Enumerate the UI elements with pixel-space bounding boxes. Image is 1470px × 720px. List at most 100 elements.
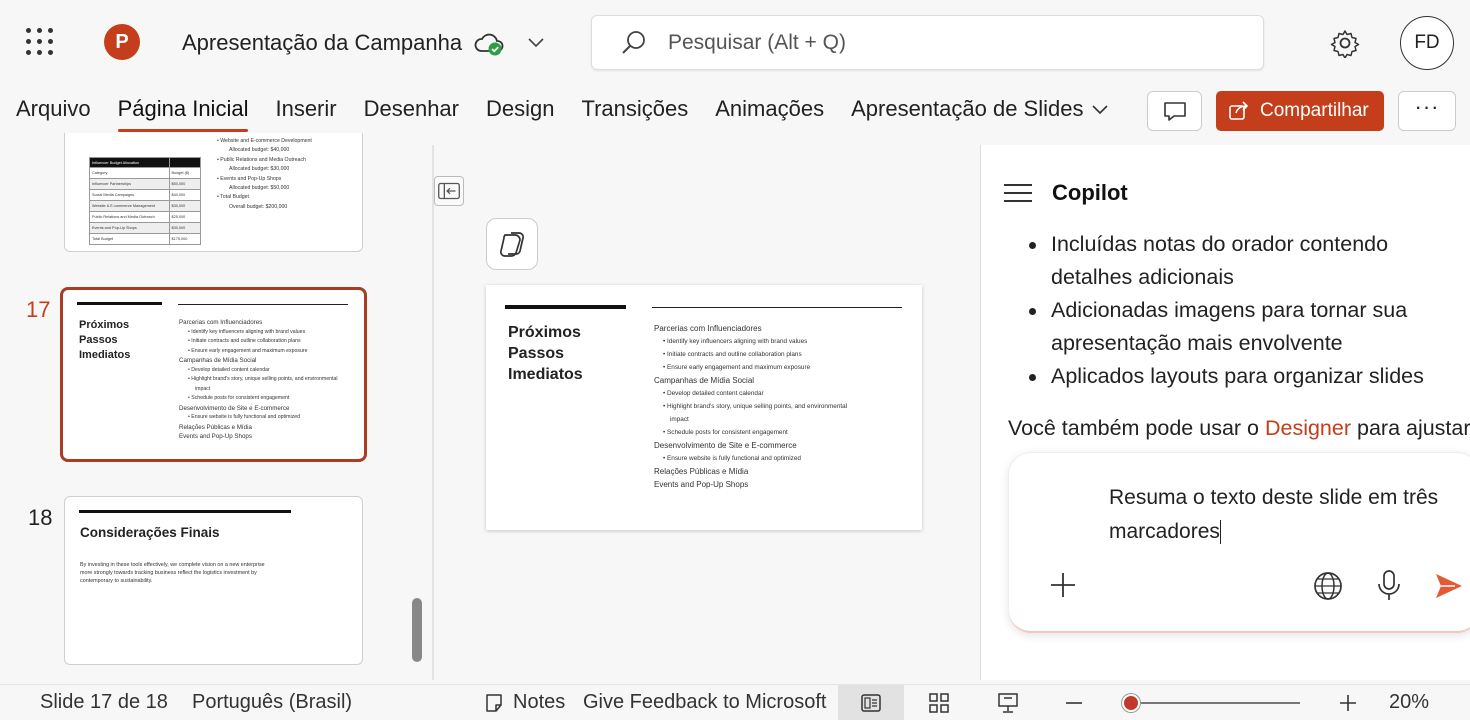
list-item: Adicionadas imagens para tornar sua apre…: [1026, 294, 1466, 360]
tab-transicoes[interactable]: Transições: [581, 96, 688, 128]
app-launcher-icon[interactable]: [26, 28, 54, 56]
table-cell: Social Media Campaigns: [92, 193, 134, 197]
table-row: Category Budget ($): [89, 168, 201, 179]
slide-heading: Events and Pop-Up Shops: [654, 480, 749, 489]
slide-bullet: • Identify key influencers aligning with…: [663, 338, 808, 345]
slide-heading: Campanhas de Mídia Social: [654, 376, 755, 385]
collapse-panel-icon[interactable]: [434, 176, 464, 206]
powerpoint-window: P Apresentação da Campanha Pesquisar (Al…: [0, 0, 1470, 720]
document-title[interactable]: Apresentação da Campanha: [182, 30, 462, 56]
zoom-out-icon[interactable]: [1064, 693, 1084, 713]
chevron-down-icon[interactable]: [526, 34, 546, 50]
slide-bullet: Allocated budget: $50,000: [229, 185, 290, 192]
table-row: Public Relations and Media Outreach $25,0…: [89, 212, 201, 223]
share-button[interactable]: Compartilhar: [1216, 91, 1384, 131]
presenter-view-icon[interactable]: [996, 691, 1020, 715]
feedback-link[interactable]: Give Feedback to Microsoft: [583, 691, 826, 714]
slide-body-line: contemporary to sustainability.: [80, 578, 153, 584]
slide-accent-bar: [79, 510, 291, 513]
ribbon-tabs: Arquivo Página Inicial Inserir Desenhar …: [16, 96, 1083, 132]
notes-icon[interactable]: [484, 693, 504, 713]
table-cell: Budget ($): [168, 168, 200, 178]
table-cell: Influencer Budget Allocation: [92, 161, 140, 165]
table-cell: Total Budget: [92, 237, 114, 241]
list-item: Aplicados layouts para organizar slides: [1026, 360, 1466, 393]
slide-sorter-icon[interactable]: [928, 692, 950, 714]
tab-arquivo[interactable]: Arquivo: [16, 96, 91, 128]
notes-button[interactable]: Notes: [513, 691, 565, 714]
table-cell: $30,000: [168, 223, 200, 233]
search-box[interactable]: Pesquisar (Alt + Q): [591, 15, 1264, 70]
tab-pagina-inicial[interactable]: Página Inicial: [117, 96, 248, 132]
globe-icon[interactable]: [1312, 570, 1344, 602]
more-tabs-chevron-icon[interactable]: [1090, 100, 1110, 120]
slide-thumbnail-18[interactable]: Considerações Finais By investing in the…: [64, 496, 363, 665]
tab-desenhar[interactable]: Desenhar: [364, 96, 459, 128]
more-options-button[interactable]: ···: [1398, 91, 1456, 131]
slide-title-line: Imediatos: [508, 366, 583, 383]
zoom-slider[interactable]: [1121, 694, 1300, 712]
slide-bullet: • Initiate contracts and outline collabo…: [663, 351, 802, 358]
tab-animacoes[interactable]: Animações: [715, 96, 824, 128]
add-icon[interactable]: [1049, 571, 1077, 599]
table-cell: Category: [92, 171, 108, 175]
cloud-saved-icon[interactable]: [474, 30, 506, 58]
menu-icon[interactable]: [1004, 184, 1032, 204]
slide-number-18: 18: [28, 505, 53, 530]
share-icon: [1229, 101, 1249, 120]
status-bar: Slide 17 de 18 Português (Brasil) Notes …: [0, 684, 1470, 720]
slide-title-line: Imediatos: [79, 349, 131, 361]
table-row: Total Budget $175,000: [89, 234, 201, 245]
table-row: Influencer Budget Allocation: [89, 157, 201, 168]
slide-bullet: • Ensure early engagement and maximum ex…: [663, 364, 811, 371]
copilot-button[interactable]: [486, 218, 538, 270]
share-label: Compartilhar: [1260, 100, 1369, 121]
slide-thumbnail-16[interactable]: Influencer Budget Allocation Category Budg…: [64, 133, 363, 252]
prompt-input[interactable]: Resuma o texto deste slide em três marca…: [1109, 481, 1469, 549]
thumbnail-scrollbar[interactable]: [412, 598, 422, 662]
slide-heading: Relações Públicas e Mídia: [179, 423, 252, 431]
normal-view-button[interactable]: [838, 685, 904, 720]
slide-heading: Parcerias com Influenciadores: [179, 319, 263, 326]
slide-accent-bar: [77, 302, 162, 305]
zoom-slider-handle[interactable]: [1121, 694, 1140, 712]
avatar[interactable]: FD: [1400, 16, 1454, 70]
slide-bullet: • Public Relations and Media Outreach: [217, 156, 306, 163]
slide-bullet: • Website and E-commerce Development: [217, 138, 312, 144]
copilot-prompt-box[interactable]: Resuma o texto deste slide em três marca…: [1009, 453, 1470, 633]
copilot-response-list: Incluídas notas do orador contendo detal…: [1026, 228, 1466, 393]
slide-body: By investing in these tools effectively,…: [80, 561, 265, 585]
tab-inserir[interactable]: Inserir: [275, 96, 336, 128]
microphone-icon[interactable]: [1375, 569, 1403, 603]
language-indicator[interactable]: Português (Brasil): [192, 691, 352, 714]
slide-bullet: • Schedule posts for consistent engageme…: [188, 395, 290, 401]
normal-view-icon: [861, 694, 881, 712]
gear-icon[interactable]: [1330, 28, 1360, 58]
slide-heading: Campanhas de Mídia Social: [179, 357, 257, 364]
table-row: Influencer Partnerships $50,000: [89, 179, 201, 190]
slide-bullet: • Ensure early engagement and maximum ex…: [188, 347, 308, 354]
tab-apresentacao-de-slides[interactable]: Apresentação de Slides: [851, 96, 1083, 128]
table-cell: $30,000: [168, 201, 200, 211]
slide-accent-bar: [505, 305, 626, 309]
table-cell: $40,000: [168, 190, 200, 200]
slide-bullet: • Identify key influencers aligning with…: [188, 328, 306, 335]
zoom-level[interactable]: 20%: [1389, 691, 1429, 714]
slide-heading: Relações Públicas e Mídia: [654, 467, 749, 476]
slide-heading: Desenvolvimento de Site e E-commerce: [179, 404, 290, 412]
comment-icon: [1164, 102, 1186, 121]
current-slide[interactable]: Próximos Passos Imediatos Parcerias com In…: [486, 285, 922, 530]
zoom-in-icon[interactable]: [1338, 693, 1358, 713]
search-placeholder: Pesquisar (Alt + Q): [668, 31, 846, 54]
slide-body: Parcerias com Influenciadores • Identify …: [654, 322, 847, 491]
slide-title-line: Próximos: [508, 324, 581, 341]
comments-button[interactable]: [1147, 91, 1202, 131]
send-icon[interactable]: [1433, 571, 1465, 601]
tab-design[interactable]: Design: [486, 96, 554, 128]
table-cell: $175,000: [168, 234, 200, 244]
slide-bullet: • Ensure website is fully functional and…: [188, 414, 300, 420]
slide-heading: Events and Pop-Up Shops: [179, 433, 252, 440]
slide-thumbnail-17[interactable]: Próximos Passos Imediatos Parcerias com In…: [60, 287, 367, 462]
designer-link[interactable]: Designer: [1265, 416, 1351, 440]
slide-bullet: • Develop detailed content calendar: [663, 390, 764, 397]
